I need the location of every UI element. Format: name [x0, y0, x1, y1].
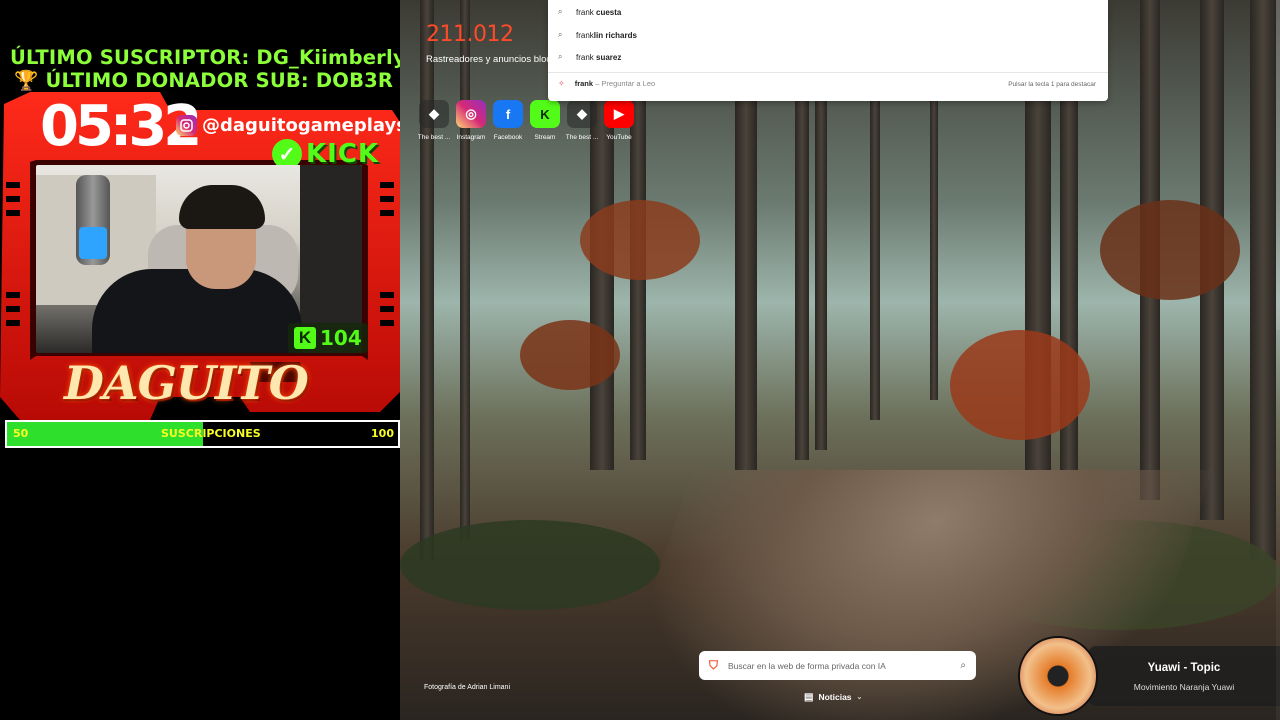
- now-playing-artist: Movimiento Naranja Yuawi: [1133, 682, 1235, 692]
- goal-label: SUSCRIPCIONES: [161, 427, 261, 440]
- album-art: [1018, 636, 1098, 716]
- news-label: Noticias: [818, 692, 852, 702]
- browser-new-tab: 211.012 Rastreadores y anuncios bloq ◆ T…: [400, 0, 1280, 720]
- trackers-blocked-label: Rastreadores y anuncios bloq: [426, 54, 552, 65]
- now-playing-panel: Yuawi - Topic Movimiento Naranja Yuawi: [1088, 646, 1280, 706]
- goal-min: 50: [13, 427, 29, 440]
- shortcut-label: Stream: [534, 134, 556, 141]
- scrollbar-thumb[interactable]: [1276, 0, 1280, 330]
- screen: ÚLTIMO SUSCRIPTOR: DG_Kiimberlyy 🏆 ÚLTIM…: [0, 0, 1280, 720]
- goal-max: 100: [371, 427, 394, 440]
- suggestion-item[interactable]: ⌕ franklin richards: [558, 28, 637, 42]
- shortcut-label: YouTube: [606, 134, 632, 141]
- facebook-icon: f: [493, 100, 523, 128]
- leo-query: frank: [574, 79, 594, 88]
- stream-timer: 05:32: [40, 94, 202, 159]
- search-box[interactable]: ⛉ ⌕: [699, 651, 976, 680]
- shortcut-tile[interactable]: ◆ The best ...: [566, 100, 598, 141]
- kick-icon: K: [294, 327, 316, 349]
- shortcut-label: The best ...: [417, 134, 451, 141]
- suggestion-text: frank suarez: [576, 52, 622, 62]
- shortcut-tile[interactable]: f Facebook: [492, 100, 524, 141]
- search-icon: ⌕: [558, 7, 563, 16]
- news-button[interactable]: ▤ Noticias ⌄: [804, 689, 862, 705]
- ask-leo-suggestion[interactable]: ✧ frank – Preguntar a Leo: [558, 79, 655, 88]
- instagram-handle: @daguitogameplays: [176, 112, 400, 138]
- search-icon: ⌕: [558, 52, 563, 61]
- instagram-icon: ◎: [456, 100, 486, 128]
- streamer-brand-logo: DAGUITO: [64, 356, 309, 410]
- leo-hint: – Preguntar a Leo: [595, 79, 656, 88]
- suggestion-text: franklin richards: [576, 30, 637, 40]
- brave-icon: ◆: [419, 100, 449, 128]
- shortcut-label: Facebook: [493, 134, 523, 141]
- brave-icon: ◆: [567, 100, 597, 128]
- suggestion-item[interactable]: ⌕ frank suarez: [558, 50, 621, 64]
- search-icon: ⌕: [558, 30, 563, 39]
- search-icon[interactable]: ⌕: [960, 660, 966, 671]
- last-donor-text: ÚLTIMO DONADOR SUB: DOB3R: [45, 69, 394, 92]
- brave-icon: ⛉: [709, 658, 719, 672]
- scrollbar[interactable]: [1276, 0, 1280, 720]
- viewer-count: 104: [320, 326, 362, 350]
- trackers-blocked-count: 211.012: [426, 22, 514, 47]
- shortcut-label: Instagram: [456, 134, 486, 141]
- instagram-handle-text: @daguitogameplays: [202, 114, 400, 136]
- shortcut-tile[interactable]: K Stream: [529, 100, 561, 141]
- subscription-goal-bar: 50 SUSCRIPCIONES 100: [5, 420, 400, 448]
- viewer-count-badge: K 104: [288, 323, 368, 353]
- shortcut-tile[interactable]: ▶ YouTube: [603, 100, 635, 141]
- newspaper-icon: ▤: [804, 691, 814, 703]
- search-input[interactable]: [728, 660, 951, 671]
- shortcut-tile[interactable]: ◎ Instagram: [455, 100, 487, 141]
- leo-ai-icon: ✧: [558, 79, 565, 88]
- search-suggestions-dropdown: ⌕ frank cuesta ⌕ franklin richards ⌕ fra…: [548, 0, 1108, 101]
- photo-credit[interactable]: Fotografía de Adrian Limani: [424, 684, 510, 691]
- suggestion-text: frank cuesta: [576, 7, 622, 17]
- now-playing-title: Yuawi - Topic: [1147, 662, 1221, 674]
- instagram-icon: [176, 114, 197, 136]
- kick-icon: K: [530, 100, 560, 128]
- suggestion-item[interactable]: ⌕ frank cuesta: [558, 5, 621, 19]
- now-playing-widget[interactable]: Yuawi - Topic Movimiento Naranja Yuawi: [1018, 636, 1280, 720]
- shortcut-label: The best ...: [565, 134, 599, 141]
- shortcut-tiles: ◆ The best ... ◎ Instagram f Facebook K …: [418, 100, 635, 141]
- shortcut-tile[interactable]: ◆ The best ...: [418, 100, 450, 141]
- trophy-icon: 🏆: [14, 69, 39, 92]
- youtube-icon: ▶: [604, 100, 634, 128]
- last-subscriber-ticker: ÚLTIMO SUSCRIPTOR: DG_Kiimberlyy: [10, 46, 400, 69]
- last-donor-ticker: 🏆 ÚLTIMO DONADOR SUB: DOB3R 🏆: [14, 69, 400, 92]
- chevron-down-icon: ⌄: [856, 694, 863, 701]
- stream-overlay: ÚLTIMO SUSCRIPTOR: DG_Kiimberlyy 🏆 ÚLTIM…: [0, 0, 400, 720]
- suggestion-divider: [548, 72, 1108, 73]
- leo-key-hint: Pulsar la tecla 1 para destacar: [1008, 81, 1096, 88]
